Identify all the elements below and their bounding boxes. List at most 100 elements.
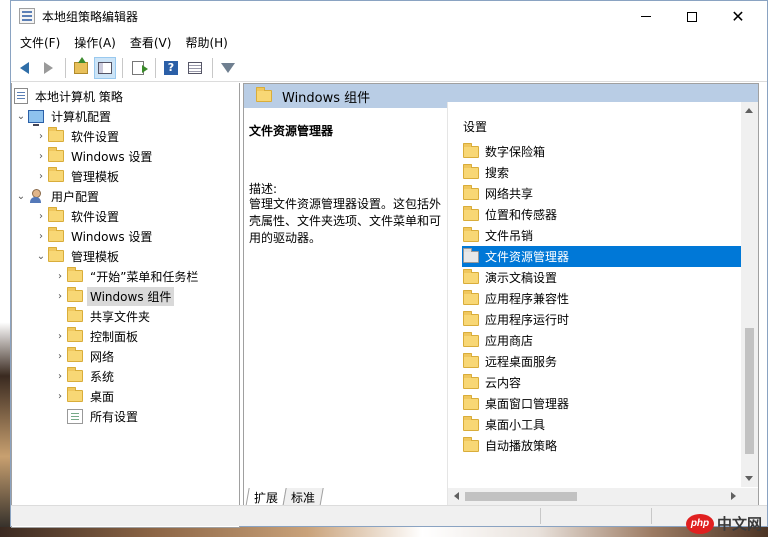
maximize-button[interactable] (669, 1, 715, 32)
scroll-thumb[interactable] (745, 328, 754, 454)
list-item[interactable]: 搜索 (462, 162, 746, 183)
list-item[interactable]: 位置和传感器 (462, 204, 746, 225)
export-list-button[interactable] (127, 57, 149, 79)
vertical-scrollbar[interactable] (741, 102, 758, 487)
chevron-right-icon[interactable]: › (34, 146, 48, 166)
list-column-header[interactable]: 设置 (463, 118, 487, 135)
list-item[interactable]: 应用商店 (462, 330, 746, 351)
list-item[interactable]: 数字保险箱 (462, 141, 746, 162)
tree-item-user-config[interactable]: ⌄ 用户配置 (14, 186, 102, 206)
tree-label: Windows 设置 (71, 229, 153, 244)
back-button[interactable] (13, 57, 35, 79)
properties-button[interactable] (184, 57, 206, 79)
list-item[interactable]: 云内容 (462, 372, 746, 393)
close-button[interactable]: ✕ (715, 1, 761, 32)
menu-help[interactable]: 帮助(H) (178, 33, 234, 53)
tree-item-all-settings[interactable]: 所有设置 (53, 406, 141, 426)
tree-label: 计算机配置 (51, 109, 112, 124)
toolbar-separator (65, 57, 66, 78)
list-item-label: 位置和传感器 (485, 208, 558, 222)
all-settings-icon (67, 408, 83, 424)
tree-label: “开始”菜单和任务栏 (90, 269, 199, 284)
chevron-right-icon[interactable]: › (53, 266, 67, 286)
list-item-label: 应用程序兼容性 (485, 292, 570, 306)
tab-label: 标准 (291, 490, 316, 505)
folder-icon (463, 142, 479, 158)
scroll-left-icon[interactable] (454, 492, 459, 500)
filter-icon (221, 62, 235, 73)
tree-label: 系统 (90, 369, 115, 384)
user-icon (28, 188, 44, 204)
forward-icon (43, 61, 53, 74)
scroll-down-icon[interactable] (745, 476, 753, 481)
list-item[interactable]: 自动播放策略 (462, 435, 746, 456)
chevron-right-icon[interactable]: › (53, 386, 67, 406)
menu-action[interactable]: 操作(A) (67, 33, 123, 53)
folder-icon (67, 287, 83, 302)
list-item[interactable]: 应用程序兼容性 (462, 288, 746, 309)
list-item[interactable]: 桌面窗口管理器 (462, 393, 746, 414)
tree-item-start-menu[interactable]: › “开始”菜单和任务栏 (53, 266, 201, 286)
tree-item-uc-windows[interactable]: › Windows 设置 (34, 226, 155, 246)
list-item[interactable]: 远程桌面服务 (462, 351, 746, 372)
settings-list: 设置 数字保险箱 搜索 网络共享 位置和传感器 文件吊销 文件资源管理器 演示文稿设置 应用程… (447, 102, 758, 505)
details-header-title: Windows 组件 (282, 90, 371, 106)
help-button[interactable]: ? (160, 57, 182, 79)
folder-icon (48, 147, 64, 162)
chevron-down-icon[interactable]: ⌄ (14, 106, 28, 126)
tree-item-cc-admin[interactable]: › 管理模板 (34, 166, 122, 186)
minimize-button[interactable] (623, 1, 669, 32)
properties-icon (188, 61, 202, 74)
chevron-right-icon[interactable]: › (34, 226, 48, 246)
scroll-up-icon[interactable] (745, 108, 753, 113)
tree-item-cc-windows[interactable]: › Windows 设置 (34, 146, 155, 166)
chevron-right-icon[interactable]: › (53, 286, 67, 306)
tree-item-cc-software[interactable]: › 软件设置 (34, 126, 122, 146)
chevron-right-icon[interactable]: › (53, 326, 67, 346)
chevron-down-icon[interactable]: ⌄ (14, 186, 28, 206)
list-item-label: 文件资源管理器 (485, 250, 570, 264)
tree-item-system[interactable]: › 系统 (53, 366, 117, 386)
window-title: 本地组策略编辑器 (42, 10, 139, 24)
scroll-thumb[interactable] (465, 492, 577, 501)
scroll-right-icon[interactable] (731, 492, 736, 500)
list-item[interactable]: 桌面小工具 (462, 414, 746, 435)
tree-item-windows-components[interactable]: › Windows 组件 (53, 286, 175, 306)
tree-item-computer-config[interactable]: ⌄ 计算机配置 (14, 106, 114, 126)
up-one-level-button[interactable] (70, 56, 92, 79)
chevron-down-icon[interactable]: ⌄ (34, 246, 48, 266)
close-icon: ✕ (731, 6, 745, 26)
list-item-label: 桌面窗口管理器 (485, 397, 570, 411)
list-item[interactable]: 网络共享 (462, 183, 746, 204)
list-item[interactable]: 文件吊销 (462, 225, 746, 246)
toolbar: ? (11, 54, 767, 82)
forward-button[interactable] (37, 57, 59, 79)
tree-label: Windows 组件 (87, 286, 175, 306)
folder-icon (463, 184, 479, 200)
tree-item-desktop[interactable]: › 桌面 (53, 386, 117, 406)
tree-item-uc-software[interactable]: › 软件设置 (34, 206, 122, 226)
folder-icon (67, 387, 83, 402)
filter-button[interactable] (217, 57, 239, 79)
chevron-right-icon[interactable]: › (34, 126, 48, 146)
list-item[interactable]: 应用程序运行时 (462, 309, 746, 330)
menu-view[interactable]: 查看(V) (123, 33, 179, 53)
maximize-icon (687, 11, 697, 22)
folder-icon (48, 167, 64, 182)
list-item-label: 网络共享 (485, 187, 534, 201)
chevron-right-icon[interactable]: › (34, 166, 48, 186)
chevron-right-icon[interactable]: › (53, 366, 67, 386)
chevron-right-icon[interactable]: › (34, 206, 48, 226)
menu-file[interactable]: 文件(F) (13, 33, 67, 53)
list-item[interactable]: 文件资源管理器 (462, 246, 746, 267)
show-hide-tree-button[interactable] (94, 56, 116, 79)
tree-item-root[interactable]: 本地计算机 策略 (14, 86, 126, 106)
tree-item-network[interactable]: › 网络 (53, 346, 117, 366)
list-item[interactable]: 演示文稿设置 (462, 267, 746, 288)
tree-item-control-panel[interactable]: › 控制面板 (53, 326, 141, 346)
list-item-label: 演示文稿设置 (485, 271, 558, 285)
tree-item-uc-admin[interactable]: ⌄ 管理模板 (34, 246, 122, 266)
tree-item-shared-folders[interactable]: 共享文件夹 (53, 306, 153, 326)
chevron-right-icon[interactable]: › (53, 346, 67, 366)
horizontal-scrollbar[interactable] (448, 488, 742, 505)
